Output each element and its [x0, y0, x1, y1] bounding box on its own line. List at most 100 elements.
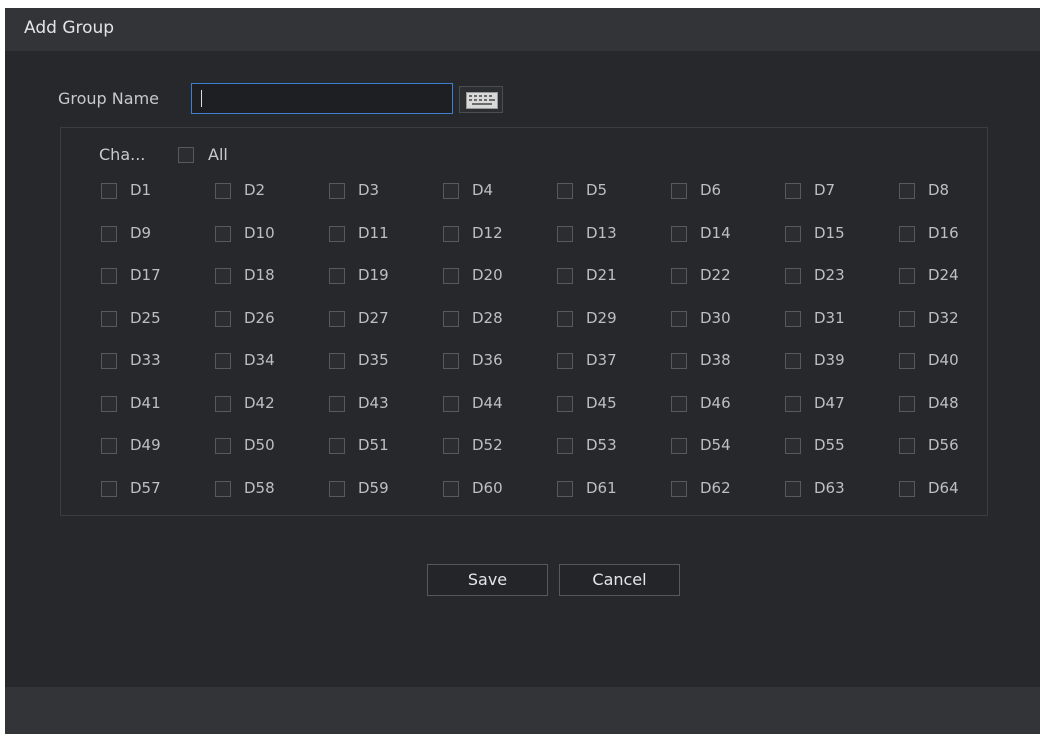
channel-checkbox[interactable] — [215, 183, 231, 199]
channel-checkbox[interactable] — [101, 353, 117, 369]
channel-checkbox[interactable] — [215, 353, 231, 369]
channel-label: D23 — [814, 266, 845, 284]
channel-label: D50 — [244, 436, 275, 454]
channel-label: D25 — [130, 309, 161, 327]
channel-checkbox[interactable] — [785, 438, 801, 454]
channel-checkbox[interactable] — [557, 396, 573, 412]
channel-checkbox[interactable] — [101, 438, 117, 454]
channel-label: D2 — [244, 181, 266, 199]
channel-label: D12 — [472, 224, 503, 242]
channel-checkbox[interactable] — [557, 481, 573, 497]
channel-checkbox[interactable] — [899, 353, 915, 369]
channel-checkbox[interactable] — [215, 268, 231, 284]
channel-checkbox[interactable] — [899, 481, 915, 497]
channel-checkbox[interactable] — [443, 311, 459, 327]
channel-label: D59 — [358, 479, 389, 497]
channel-checkbox[interactable] — [557, 353, 573, 369]
channel-checkbox[interactable] — [329, 311, 345, 327]
channel-checkbox[interactable] — [101, 396, 117, 412]
channel-checkbox[interactable] — [215, 481, 231, 497]
channel-checkbox[interactable] — [443, 438, 459, 454]
channel-checkbox[interactable] — [101, 226, 117, 242]
save-button[interactable]: Save — [427, 564, 548, 596]
group-name-label: Group Name — [58, 89, 159, 108]
channel-checkbox[interactable] — [671, 481, 687, 497]
footer-bar — [5, 687, 1040, 734]
channel-checkbox[interactable] — [557, 438, 573, 454]
channel-checkbox[interactable] — [899, 438, 915, 454]
channel-label: D5 — [586, 181, 608, 199]
channel-label: D16 — [928, 224, 959, 242]
channel-checkbox[interactable] — [671, 353, 687, 369]
channel-checkbox[interactable] — [899, 311, 915, 327]
channel-checkbox[interactable] — [329, 438, 345, 454]
channel-checkbox[interactable] — [101, 268, 117, 284]
channel-checkbox[interactable] — [329, 226, 345, 242]
channel-label: D10 — [244, 224, 275, 242]
channel-label: D40 — [928, 351, 959, 369]
channel-label: D20 — [472, 266, 503, 284]
channel-checkbox[interactable] — [329, 481, 345, 497]
channel-checkbox[interactable] — [899, 183, 915, 199]
channel-label: D19 — [358, 266, 389, 284]
channel-label: D3 — [358, 181, 380, 199]
channel-checkbox[interactable] — [785, 396, 801, 412]
channel-checkbox[interactable] — [785, 481, 801, 497]
channel-checkbox[interactable] — [899, 226, 915, 242]
channel-checkbox[interactable] — [101, 481, 117, 497]
channel-checkbox[interactable] — [899, 396, 915, 412]
channel-checkbox[interactable] — [443, 268, 459, 284]
channel-label: D8 — [928, 181, 950, 199]
channel-checkbox[interactable] — [671, 268, 687, 284]
channel-label: D62 — [700, 479, 731, 497]
channel-checkbox[interactable] — [329, 396, 345, 412]
channel-checkbox[interactable] — [215, 311, 231, 327]
channel-checkbox[interactable] — [443, 481, 459, 497]
channel-label: D31 — [814, 309, 845, 327]
channel-checkbox[interactable] — [443, 183, 459, 199]
add-group-dialog: Add Group Group Name Cha... All D1 D2 D3 D4… — [5, 8, 1040, 734]
channel-label: D41 — [130, 394, 161, 412]
channel-label: D42 — [244, 394, 275, 412]
virtual-keyboard-button[interactable] — [459, 86, 503, 113]
channel-checkbox[interactable] — [785, 183, 801, 199]
channel-checkbox[interactable] — [215, 396, 231, 412]
channel-checkbox[interactable] — [671, 438, 687, 454]
channel-label: D21 — [586, 266, 617, 284]
channel-checkbox[interactable] — [671, 226, 687, 242]
channel-checkbox[interactable] — [329, 353, 345, 369]
cancel-button[interactable]: Cancel — [559, 564, 680, 596]
channel-label: D57 — [130, 479, 161, 497]
channel-checkbox[interactable] — [329, 183, 345, 199]
channel-label: D64 — [928, 479, 959, 497]
channel-checkbox[interactable] — [101, 311, 117, 327]
channel-checkbox[interactable] — [785, 311, 801, 327]
channel-checkbox[interactable] — [671, 311, 687, 327]
channel-label: D11 — [358, 224, 389, 242]
channel-checkbox[interactable] — [443, 353, 459, 369]
channel-label: D24 — [928, 266, 959, 284]
channel-checkbox[interactable] — [215, 226, 231, 242]
select-all-checkbox[interactable] — [178, 147, 194, 163]
channel-label: D45 — [586, 394, 617, 412]
channel-checkbox[interactable] — [899, 268, 915, 284]
channel-label: D55 — [814, 436, 845, 454]
channel-checkbox[interactable] — [671, 396, 687, 412]
channel-checkbox[interactable] — [785, 268, 801, 284]
channel-checkbox[interactable] — [557, 311, 573, 327]
channel-label: D26 — [244, 309, 275, 327]
channel-checkbox[interactable] — [215, 438, 231, 454]
channel-checkbox[interactable] — [785, 226, 801, 242]
channel-checkbox[interactable] — [443, 226, 459, 242]
channel-checkbox[interactable] — [101, 183, 117, 199]
channel-checkbox[interactable] — [785, 353, 801, 369]
channel-checkbox[interactable] — [557, 268, 573, 284]
group-name-input[interactable] — [191, 83, 453, 114]
channel-checkbox[interactable] — [443, 396, 459, 412]
channel-checkbox[interactable] — [671, 183, 687, 199]
channel-label: D13 — [586, 224, 617, 242]
channel-checkbox[interactable] — [329, 268, 345, 284]
channel-checkbox[interactable] — [557, 226, 573, 242]
channel-checkbox[interactable] — [557, 183, 573, 199]
channel-label: D52 — [472, 436, 503, 454]
